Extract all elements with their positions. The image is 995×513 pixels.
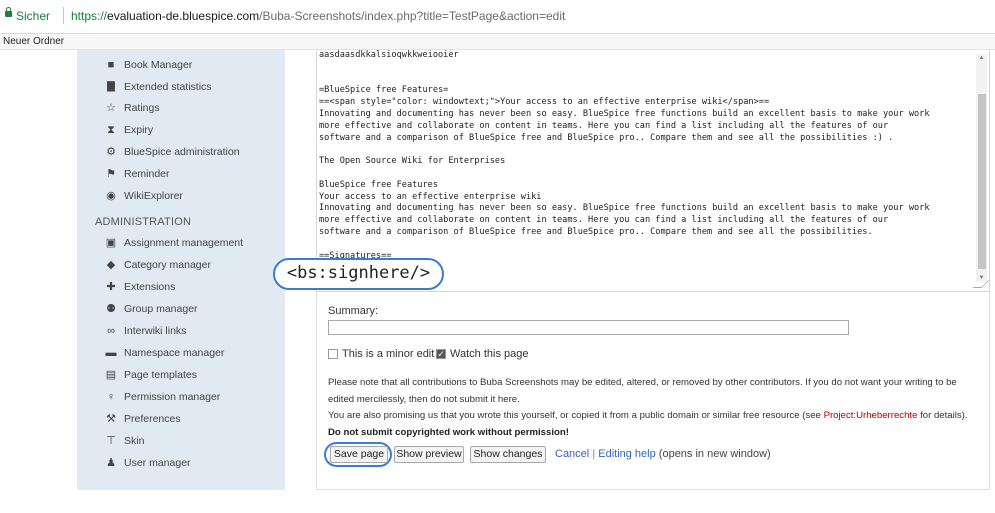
tag-icon: ◆ [106, 259, 116, 271]
star-icon: ☆ [106, 102, 116, 114]
edit-links: Cancel | Editing help (opens in new wind… [555, 448, 771, 460]
sidebar-item-label: Category manager [124, 259, 211, 271]
sidebar-item-category-manager[interactable]: ◆ Category manager [77, 255, 285, 275]
compass-icon: ◉ [106, 190, 116, 202]
group-icon: ⚉ [106, 303, 116, 315]
sidebar-item-assignment-management[interactable]: ▣ Assignment management [77, 233, 285, 253]
flag-icon: ⚑ [106, 168, 116, 180]
puzzle-icon: ✚ [106, 281, 116, 293]
id-card-icon: ▣ [105, 237, 117, 249]
notice-promise-text: You are also promising us that you wrote… [328, 410, 824, 421]
show-changes-button[interactable]: Show changes [470, 446, 546, 463]
secure-label: Sicher [16, 9, 51, 23]
sidebar-item-permission-manager[interactable]: ♀ Permission manager [77, 387, 285, 407]
scroll-up-icon[interactable]: ▲ [976, 54, 987, 62]
cancel-link[interactable]: Cancel [555, 448, 589, 460]
url-text[interactable]: https://evaluation-de.bluespice.com/Buba… [71, 9, 565, 23]
minor-edit-checkbox[interactable] [328, 349, 338, 359]
key-icon: ♀ [106, 391, 116, 403]
copyright-link[interactable]: Project:Urheberrechte [824, 410, 918, 421]
sidebar-item-namespace-manager[interactable]: ▬ Namespace manager [77, 343, 285, 363]
bookmark-folder[interactable]: Neuer Ordner [3, 36, 64, 47]
url-path: /Buba-Screenshots/index.php?title=TestPa… [259, 9, 566, 23]
summary-label: Summary: [328, 305, 379, 317]
summary-input[interactable] [328, 320, 849, 335]
copyright-warning-text: Do not submit copyrighted work without p… [328, 427, 569, 438]
editing-help-link[interactable]: Editing help [598, 448, 656, 460]
chart-icon: ▇ [107, 81, 115, 92]
url-host: evaluation-de.bluespice.com [107, 9, 260, 23]
editing-help-suffix: (opens in new window) [655, 448, 771, 460]
sidebar-item-label: Expiry [124, 124, 154, 136]
sidebar-item-label: Group manager [124, 303, 198, 315]
notice-edited: edited mercilessly, then do not submit i… [328, 394, 520, 405]
address-separator [63, 7, 64, 24]
sidebar-item-user-manager[interactable]: ♟ User manager [77, 453, 285, 473]
sidebar-item-extensions[interactable]: ✚ Extensions [77, 277, 285, 297]
link-separator: | [592, 448, 596, 460]
sidebar-item-interwiki-links[interactable]: ∞ Interwiki links [77, 321, 285, 341]
sidebar-item-book-manager[interactable]: ■ Book Manager [77, 55, 285, 75]
save-page-button[interactable]: Save page [330, 446, 388, 463]
sidebar-item-label: Ratings [124, 102, 160, 114]
paint-roller-icon: ⊤ [106, 435, 116, 447]
notice-promise-suffix: for details). [917, 410, 968, 421]
sidebar-item-label: Extended statistics [124, 81, 212, 93]
sidebar-item-label: Preferences [124, 413, 181, 425]
sidebar-item-ratings[interactable]: ☆ Ratings [77, 98, 285, 118]
sidebar-item-group-manager[interactable]: ⚉ Group manager [77, 299, 285, 319]
link-icon: ∞ [107, 325, 115, 337]
sidebar-item-label: Reminder [124, 168, 170, 180]
sidebar-item-reminder[interactable]: ⚑ Reminder [77, 164, 285, 184]
sidebar-item-label: Assignment management [124, 237, 244, 249]
scrollbar-thumb[interactable] [978, 94, 986, 269]
notice-promise: You are also promising us that you wrote… [328, 410, 968, 421]
sidebar-item-page-templates[interactable]: ▤ Page templates [77, 365, 285, 385]
wikitext-editor[interactable]: aasdaasdkkalsioqwkkweiooier =BlueSpice f… [316, 50, 990, 292]
sidebar-item-label: Interwiki links [124, 325, 187, 337]
watch-page-label: Watch this page [450, 348, 529, 360]
sidebar-item-preferences[interactable]: ⚒ Preferences [77, 409, 285, 429]
sidebar-item-expiry[interactable]: ⧗ Expiry [77, 120, 285, 140]
sidebar-item-label: Extensions [124, 281, 176, 293]
gear-icon: ⚙ [106, 146, 116, 158]
inbox-icon: ▬ [105, 347, 117, 359]
sidebar: ■ Book Manager ▇ Extended statistics ☆ R… [77, 50, 285, 490]
book-icon: ■ [107, 59, 115, 71]
watch-page-checkbox[interactable]: ✓ [436, 349, 446, 359]
notice-contributions: Please note that all contributions to Bu… [328, 377, 957, 388]
user-cog-icon: ♟ [106, 457, 116, 469]
show-preview-button[interactable]: Show preview [394, 446, 464, 463]
sidebar-item-label: BlueSpice administration [124, 146, 240, 158]
sidebar-item-label: Namespace manager [124, 347, 225, 359]
sidebar-item-skin[interactable]: ⊤ Skin [77, 431, 285, 451]
editor-content[interactable]: aasdaasdkkalsioqwkkweiooier =BlueSpice f… [319, 50, 974, 262]
sidebar-item-label: Page templates [124, 369, 197, 381]
sidebar-item-label: WikiExplorer [124, 190, 183, 202]
lock-icon [5, 7, 12, 17]
administration-heading: ADMINISTRATION [95, 216, 192, 228]
hourglass-icon: ⧗ [107, 124, 115, 136]
sidebar-item-label: User manager [124, 457, 191, 469]
sidebar-item-bluespice-administration[interactable]: ⚙ BlueSpice administration [77, 142, 285, 162]
wrench-icon: ⚒ [106, 413, 116, 425]
sidebar-item-label: Skin [124, 435, 145, 447]
browser-address-bar[interactable]: Sicher https://evaluation-de.bluespice.c… [0, 0, 995, 34]
url-protocol: https:// [71, 9, 108, 23]
clipboard-icon: ▤ [105, 369, 117, 381]
bookmarks-bar: Neuer Ordner [0, 34, 995, 50]
signhere-callout: <bs:signhere/> [273, 258, 444, 290]
sidebar-item-extended-statistics[interactable]: ▇ Extended statistics [77, 77, 285, 97]
notice-copyright-warning: Do not submit copyrighted work without p… [328, 427, 569, 438]
sidebar-item-label: Permission manager [124, 391, 221, 403]
sidebar-item-label: Book Manager [124, 59, 193, 71]
minor-edit-label: This is a minor edit [342, 348, 435, 360]
editor-scrollbar[interactable]: ▲ ▼ [976, 54, 987, 282]
sidebar-item-wikiexplorer[interactable]: ◉ WikiExplorer [77, 186, 285, 206]
